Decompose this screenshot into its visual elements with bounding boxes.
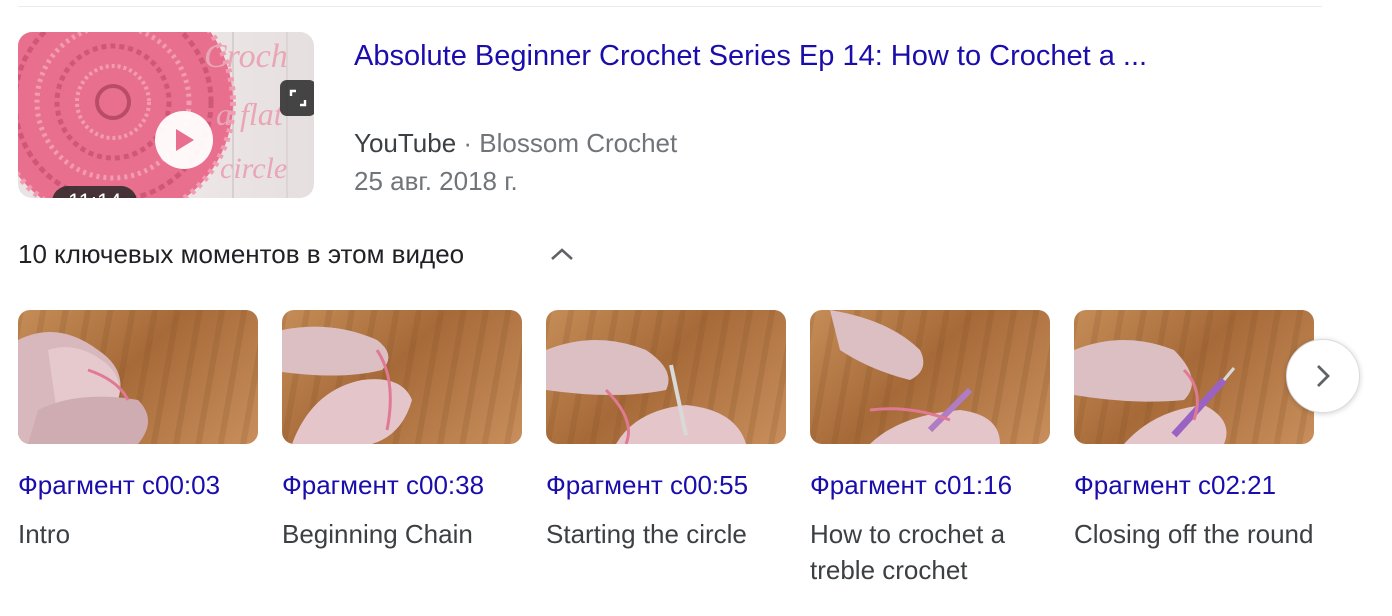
thumbnail-caption: Croch [204,38,288,75]
moment-description: Intro [18,519,71,549]
moment-timestamp-link[interactable]: Фрагмент с02:21 [1074,468,1314,502]
channel-name: Blossom Crochet [479,128,678,158]
moment-description: Beginning Chain [282,519,473,549]
moment-timestamp-link[interactable]: Фрагмент с01:16 [810,468,1050,502]
hands-image [18,332,148,444]
collapse-button[interactable] [540,236,584,272]
hands-image [282,326,412,444]
next-moments-button[interactable] [1286,339,1360,413]
moment-thumbnail[interactable] [810,310,1050,444]
hands-image [546,340,746,444]
key-moment-card[interactable]: Фрагмент с00:55 Starting the circle [546,310,786,552]
thumbnail-caption: circle [220,152,288,185]
source-name: YouTube [354,128,457,158]
play-button[interactable] [155,111,213,169]
top-divider [18,6,1322,7]
moment-timestamp-link[interactable]: Фрагмент с00:03 [18,468,258,502]
source-line: YouTube · Blossom Crochet [354,126,677,160]
chevron-up-icon [551,248,573,260]
duration-badge: 11:14 [52,186,138,198]
expand-icon [289,89,307,107]
key-moment-card[interactable]: Фрагмент с00:38 Beginning Chain [282,310,522,552]
moment-description: Closing off the round [1074,519,1314,549]
hands-image [830,310,1000,444]
publish-date: 25 авг. 2018 г. [354,166,518,196]
video-thumbnail[interactable]: Croch a flat circle 11:14 [18,32,314,198]
moment-timestamp-link[interactable]: Фрагмент с00:38 [282,468,522,502]
result-title-link[interactable]: Absolute Beginner Crochet Series Ep 14: … [354,36,1147,76]
thumbnail-caption: a flat [216,96,283,132]
moment-thumbnail[interactable] [546,310,786,444]
key-moments-heading: 10 ключевых моментов в этом видео [18,239,465,269]
moment-description: Starting the circle [546,519,747,549]
key-moment-card[interactable]: Фрагмент с02:21 Closing off the round [1074,310,1314,552]
key-moment-card[interactable]: Фрагмент с00:03 Intro [18,310,258,552]
chevron-right-icon [1317,365,1330,387]
moment-description: How to crochet a treble crochet [810,519,1006,585]
expand-button[interactable] [280,80,314,116]
moment-timestamp-link[interactable]: Фрагмент с00:55 [546,468,786,502]
moment-thumbnail[interactable] [1074,310,1314,444]
meta-separator: · [456,128,480,158]
key-moment-card[interactable]: Фрагмент с01:16 How to crochet a treble … [810,310,1050,588]
moment-thumbnail[interactable] [18,310,258,444]
hands-image [1074,340,1236,444]
play-icon [176,129,194,151]
moment-thumbnail[interactable] [282,310,522,444]
